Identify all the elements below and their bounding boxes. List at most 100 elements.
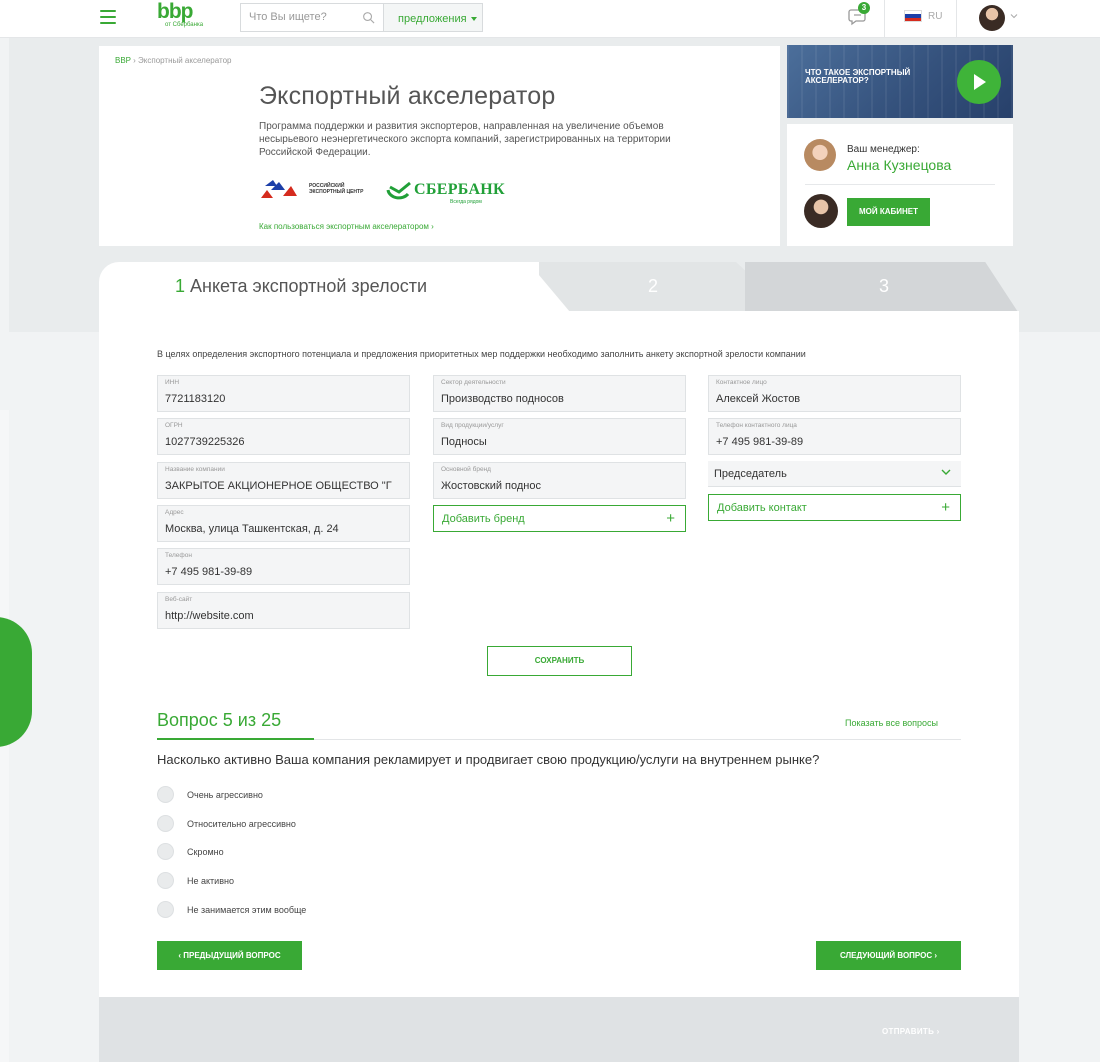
logo-text: bbp <box>157 0 193 23</box>
answer-label: Скромно <box>187 847 224 857</box>
phone-field[interactable]: Телефон +7 495 981-39-89 <box>157 548 410 585</box>
field-label: ИНН <box>165 379 180 386</box>
field-label: Вид продукции/услуг <box>441 422 504 429</box>
sberbank-logo-icon <box>386 181 411 200</box>
field-value: Москва, улица Ташкентская, д. 24 <box>165 523 339 535</box>
radio-button[interactable] <box>157 901 174 918</box>
search-icon[interactable] <box>362 11 375 24</box>
field-label: Телефон контактного лица <box>716 422 797 429</box>
field-label: ОГРН <box>165 422 183 429</box>
add-brand-button[interactable]: Добавить бренд + <box>433 505 686 532</box>
field-value: 7721183120 <box>165 393 226 405</box>
offers-label: предложения <box>398 13 467 25</box>
tab-number: 1 <box>175 276 186 296</box>
position-select[interactable]: Председатель <box>708 461 961 487</box>
sberbank-slogan: Всегда рядом <box>450 199 482 205</box>
rec-logo-text: Российский экспортный центр <box>309 183 364 195</box>
sector-field[interactable]: Сектор деятельности Производство подносов <box>433 375 686 412</box>
chat-badge: 3 <box>858 2 870 14</box>
hero-card: BBP › Экспортный акселератор Экспортный … <box>99 46 780 246</box>
field-value: http://website.com <box>165 610 254 622</box>
divider <box>884 0 885 38</box>
breadcrumb-current: Экспортный акселератор <box>138 56 232 65</box>
divider-accent <box>157 738 314 740</box>
divider <box>956 0 957 38</box>
product-type-field[interactable]: Вид продукции/услуг Подносы <box>433 418 686 455</box>
question-text: Насколько активно Ваша компания рекламир… <box>157 752 820 767</box>
field-value: Производство подносов <box>441 393 564 405</box>
field-label: Веб-сайт <box>165 596 193 603</box>
field-value: +7 495 981-39-89 <box>165 566 253 578</box>
user-avatar[interactable] <box>979 5 1005 31</box>
manager-name[interactable]: Анна Кузнецова <box>847 157 951 173</box>
previous-question-button[interactable]: ‹ ПРЕДЫДУЩИЙ ВОПРОС <box>157 941 302 970</box>
show-all-questions-link[interactable]: Показать все вопросы <box>845 718 938 728</box>
field-label: Телефон <box>165 552 192 559</box>
position-select-value: Председатель <box>714 468 787 480</box>
brand-field[interactable]: Основной бренд Жостовский поднос <box>433 462 686 499</box>
side-action-button[interactable] <box>0 617 32 747</box>
top-header: bbp от Сбербанка предложения 3 RU <box>0 0 1100 38</box>
how-to-link[interactable]: Как пользоваться экспортным акселераторо… <box>259 222 434 231</box>
tab-step-3[interactable]: 3 <box>745 262 1018 312</box>
tab-step-1[interactable]: 1 Анкета экспортной зрелости <box>99 262 539 312</box>
video-title: Что такое экспортный акселератор? <box>805 68 911 85</box>
page-description: Программа поддержки и развития экспортер… <box>259 121 671 158</box>
plus-icon: + <box>941 499 950 516</box>
address-field[interactable]: Адрес Москва, улица Ташкентская, д. 24 <box>157 505 410 542</box>
next-question-button[interactable]: СЛЕДУЮЩИЙ ВОПРОС › <box>816 941 961 970</box>
field-label: Основной бренд <box>441 466 491 473</box>
radio-button[interactable] <box>157 872 174 889</box>
answer-label: Не активно <box>187 876 234 886</box>
contact-phone-field[interactable]: Телефон контактного лица +7 495 981-39-89 <box>708 418 961 455</box>
tab-label: Анкета экспортной зрелости <box>190 276 428 296</box>
field-label: Сектор деятельности <box>441 379 506 386</box>
answer-label: Не занимается этим вообще <box>187 905 307 915</box>
inn-field[interactable]: ИНН 7721183120 <box>157 375 410 412</box>
plus-icon: + <box>666 510 675 527</box>
search-input[interactable] <box>249 11 359 23</box>
field-value: Подносы <box>441 436 487 448</box>
manager-card: Ваш менеджер: Анна Кузнецова МОЙ КАБИНЕТ <box>787 124 1013 246</box>
rec-logo: Российский экспортный центр <box>257 178 377 202</box>
language-label[interactable]: RU <box>928 11 942 22</box>
field-label: Название компании <box>165 466 225 473</box>
user-avatar <box>804 194 838 228</box>
field-value: +7 495 981-39-89 <box>716 436 804 448</box>
radio-button[interactable] <box>157 786 174 803</box>
field-value: ЗАКРЫТОЕ АКЦИОНЕРНОЕ ОБЩЕСТВО "Г <box>165 480 392 492</box>
field-value: 1027739225326 <box>165 436 245 448</box>
submit-button[interactable]: ОТПРАВИТЬ › <box>882 1027 940 1036</box>
rec-logo-icon <box>261 180 297 198</box>
breadcrumb-home[interactable]: BBP <box>115 56 131 65</box>
offers-dropdown[interactable]: предложения <box>383 3 483 32</box>
russia-flag-icon[interactable] <box>904 10 922 22</box>
ogrn-field[interactable]: ОГРН 1027739225326 <box>157 418 410 455</box>
manager-label: Ваш менеджер: <box>847 144 920 155</box>
divider <box>805 184 995 185</box>
radio-button[interactable] <box>157 843 174 860</box>
answer-label: Очень агрессивно <box>187 790 263 800</box>
radio-button[interactable] <box>157 815 174 832</box>
add-contact-button[interactable]: Добавить контакт + <box>708 494 961 521</box>
my-cabinet-button[interactable]: МОЙ КАБИНЕТ <box>847 198 930 226</box>
contact-person-field[interactable]: Контактное лицо Алексей Жостов <box>708 375 961 412</box>
manager-avatar <box>804 139 836 171</box>
website-field[interactable]: Веб-сайт http://website.com <box>157 592 410 629</box>
tab-number: 3 <box>879 276 890 296</box>
bbp-logo[interactable]: bbp от Сбербанка <box>157 0 207 36</box>
field-label: Адрес <box>165 509 184 516</box>
breadcrumb-sep: › <box>133 56 136 65</box>
chat-button[interactable]: 3 <box>848 2 870 26</box>
save-button[interactable]: СОХРАНИТЬ <box>487 646 632 676</box>
answer-label: Относительно агрессивно <box>187 819 296 829</box>
chevron-down-icon <box>941 469 951 475</box>
company-name-field[interactable]: Название компании ЗАКРЫТОЕ АКЦИОНЕРНОЕ ОБ… <box>157 462 410 499</box>
sberbank-logo: СБЕРБАНК Всегда рядом <box>386 178 506 206</box>
menu-icon[interactable] <box>100 10 116 24</box>
page-title: Экспортный акселератор <box>259 82 556 110</box>
video-card[interactable]: Что такое экспортный акселератор? <box>787 45 1013 118</box>
play-icon[interactable] <box>957 60 1001 104</box>
chevron-down-icon[interactable] <box>1010 12 1018 20</box>
search-box <box>240 3 384 32</box>
